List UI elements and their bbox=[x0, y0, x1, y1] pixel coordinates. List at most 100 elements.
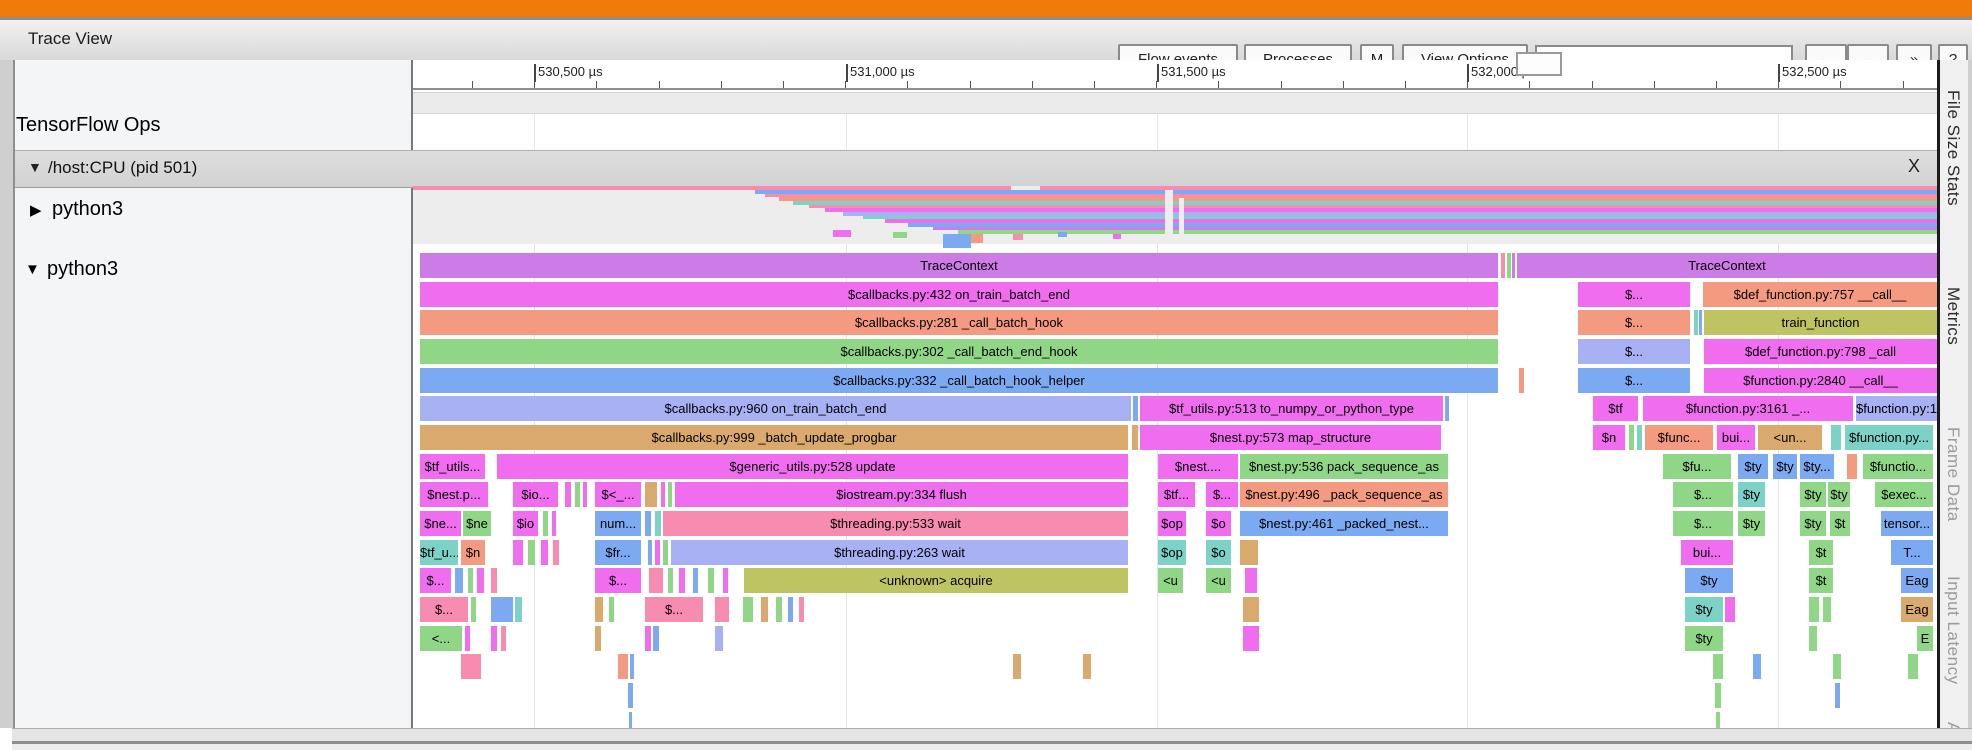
trace-event[interactable]: $t bbox=[1809, 540, 1833, 565]
trace-event[interactable]: $ty bbox=[1738, 482, 1765, 507]
trace-event[interactable]: $... bbox=[420, 568, 451, 593]
trace-event[interactable] bbox=[1809, 626, 1817, 651]
trace-event[interactable] bbox=[655, 540, 660, 565]
trace-event[interactable]: $callbacks.py:302 _call_batch_end_hook bbox=[420, 339, 1498, 364]
trace-event[interactable] bbox=[715, 626, 723, 651]
trace-event[interactable] bbox=[743, 597, 753, 622]
trace-event[interactable]: $... bbox=[1578, 282, 1690, 307]
trace-event[interactable]: $n bbox=[1593, 425, 1625, 450]
trace-event[interactable] bbox=[776, 597, 782, 622]
trace-event[interactable]: $iostream.py:334 flush bbox=[675, 482, 1128, 507]
trace-event[interactable]: <... bbox=[420, 626, 462, 651]
trace-event[interactable]: E bbox=[1917, 626, 1933, 651]
trace-event[interactable]: $fr... bbox=[595, 540, 641, 565]
expander-icon[interactable]: ▶ bbox=[30, 201, 42, 219]
trace-event[interactable] bbox=[661, 482, 665, 507]
trace-event[interactable] bbox=[1629, 425, 1634, 450]
trace-event[interactable]: $tf_u... bbox=[420, 540, 458, 565]
trace-event[interactable] bbox=[1501, 253, 1505, 278]
trace-event[interactable]: $... bbox=[1578, 310, 1690, 335]
trace-event[interactable] bbox=[1243, 626, 1259, 651]
trace-event[interactable] bbox=[648, 540, 652, 565]
trace-event[interactable] bbox=[471, 597, 476, 622]
trace-event[interactable] bbox=[1445, 396, 1449, 421]
trace-event[interactable] bbox=[468, 568, 473, 593]
trace-event[interactable]: Eag bbox=[1901, 568, 1933, 593]
trace-event[interactable] bbox=[1519, 368, 1524, 393]
trace-event[interactable]: $t bbox=[1830, 511, 1850, 536]
trace-event[interactable] bbox=[609, 597, 614, 622]
trace-event[interactable]: $tf_utils.py:513 to_numpy_or_python_type bbox=[1140, 396, 1443, 421]
trace-event[interactable]: tensor... bbox=[1881, 511, 1933, 536]
trace-event[interactable]: $func... bbox=[1645, 425, 1713, 450]
trace-event[interactable]: train_function bbox=[1704, 310, 1937, 335]
trace-event[interactable]: $generic_utils.py:528 update bbox=[497, 454, 1128, 479]
trace-event[interactable]: $... bbox=[420, 597, 468, 622]
trace-event[interactable] bbox=[788, 597, 793, 622]
trace-event[interactable] bbox=[618, 654, 628, 679]
trace-event[interactable]: $threading.py:533 wait bbox=[663, 511, 1128, 536]
tab-file-size-stats[interactable]: File Size Stats bbox=[1943, 90, 1963, 206]
trace-event[interactable] bbox=[491, 568, 497, 593]
trace-event[interactable] bbox=[1240, 540, 1258, 565]
trace-event[interactable]: $... bbox=[1206, 482, 1238, 507]
trace-event[interactable] bbox=[653, 626, 659, 651]
trace-event[interactable] bbox=[1716, 712, 1720, 728]
trace-event[interactable]: $nest.... bbox=[1158, 454, 1238, 479]
trace-event[interactable] bbox=[629, 712, 632, 728]
trace-event[interactable] bbox=[583, 482, 587, 507]
trace-event[interactable] bbox=[553, 540, 559, 565]
trace-event[interactable] bbox=[663, 540, 668, 565]
trace-event[interactable] bbox=[1809, 597, 1819, 622]
trace-event[interactable]: $tf_utils... bbox=[420, 454, 485, 479]
trace-event[interactable]: bui... bbox=[1681, 540, 1733, 565]
trace-event[interactable] bbox=[1823, 597, 1831, 622]
trace-event[interactable] bbox=[649, 568, 663, 593]
trace-event[interactable] bbox=[491, 597, 513, 622]
trace-event[interactable] bbox=[645, 626, 651, 651]
trace-event[interactable] bbox=[1083, 654, 1091, 679]
trace-event[interactable]: $<_... bbox=[595, 482, 641, 507]
trace-event[interactable] bbox=[1753, 654, 1761, 679]
trace-event[interactable]: $... bbox=[595, 568, 641, 593]
trace-event[interactable] bbox=[465, 626, 470, 651]
trace-event[interactable]: $io bbox=[513, 511, 538, 536]
trace-event[interactable] bbox=[799, 597, 804, 622]
trace-event[interactable] bbox=[708, 568, 714, 593]
trace-event[interactable] bbox=[1725, 597, 1735, 622]
trace-event[interactable]: $... bbox=[1578, 368, 1690, 393]
trace-event[interactable] bbox=[723, 568, 728, 593]
trace-event[interactable]: $ty bbox=[1738, 511, 1765, 536]
trace-event[interactable]: $threading.py:263 wait bbox=[671, 540, 1128, 565]
trace-event[interactable] bbox=[595, 597, 603, 622]
trace-event[interactable]: $ty bbox=[1738, 454, 1768, 479]
trace-event[interactable] bbox=[1713, 654, 1723, 679]
trace-event[interactable]: $function.py:2840 __call__ bbox=[1704, 368, 1937, 393]
trace-event[interactable]: $io... bbox=[513, 482, 558, 507]
trace-event[interactable] bbox=[628, 683, 633, 708]
trace-event[interactable]: $ty bbox=[1800, 482, 1826, 507]
trace-event[interactable]: $ty... bbox=[1800, 454, 1834, 479]
trace-event[interactable]: $fu... bbox=[1663, 454, 1731, 479]
trace-event[interactable] bbox=[1847, 454, 1857, 479]
trace-event[interactable]: $exec... bbox=[1875, 482, 1933, 507]
trace-event[interactable]: $o bbox=[1206, 540, 1231, 565]
trace-event[interactable]: $functio... bbox=[1863, 454, 1933, 479]
trace-event[interactable]: $... bbox=[1673, 511, 1733, 536]
trace-event[interactable]: $ty bbox=[1685, 597, 1723, 622]
trace-event[interactable]: num... bbox=[595, 511, 641, 536]
trace-event[interactable] bbox=[528, 540, 535, 565]
trace-event[interactable] bbox=[715, 597, 729, 622]
trace-event[interactable]: Eag bbox=[1901, 597, 1933, 622]
trace-event[interactable]: $callbacks.py:960 on_train_batch_end bbox=[420, 396, 1131, 421]
trace-event[interactable]: $function.py... bbox=[1845, 425, 1933, 450]
trace-event[interactable] bbox=[1835, 683, 1840, 708]
trace-event[interactable] bbox=[491, 626, 497, 651]
trace-event[interactable]: $callbacks.py:281 _call_batch_hook bbox=[420, 310, 1498, 335]
trace-event[interactable]: TraceContext bbox=[1517, 253, 1937, 278]
trace-event[interactable]: <un... bbox=[1758, 425, 1822, 450]
trace-event[interactable]: $op bbox=[1158, 540, 1186, 565]
trace-event[interactable]: $nest.py:461 _packed_nest... bbox=[1240, 511, 1448, 536]
trace-event[interactable]: $ty bbox=[1685, 626, 1723, 651]
trace-event[interactable] bbox=[1013, 654, 1021, 679]
